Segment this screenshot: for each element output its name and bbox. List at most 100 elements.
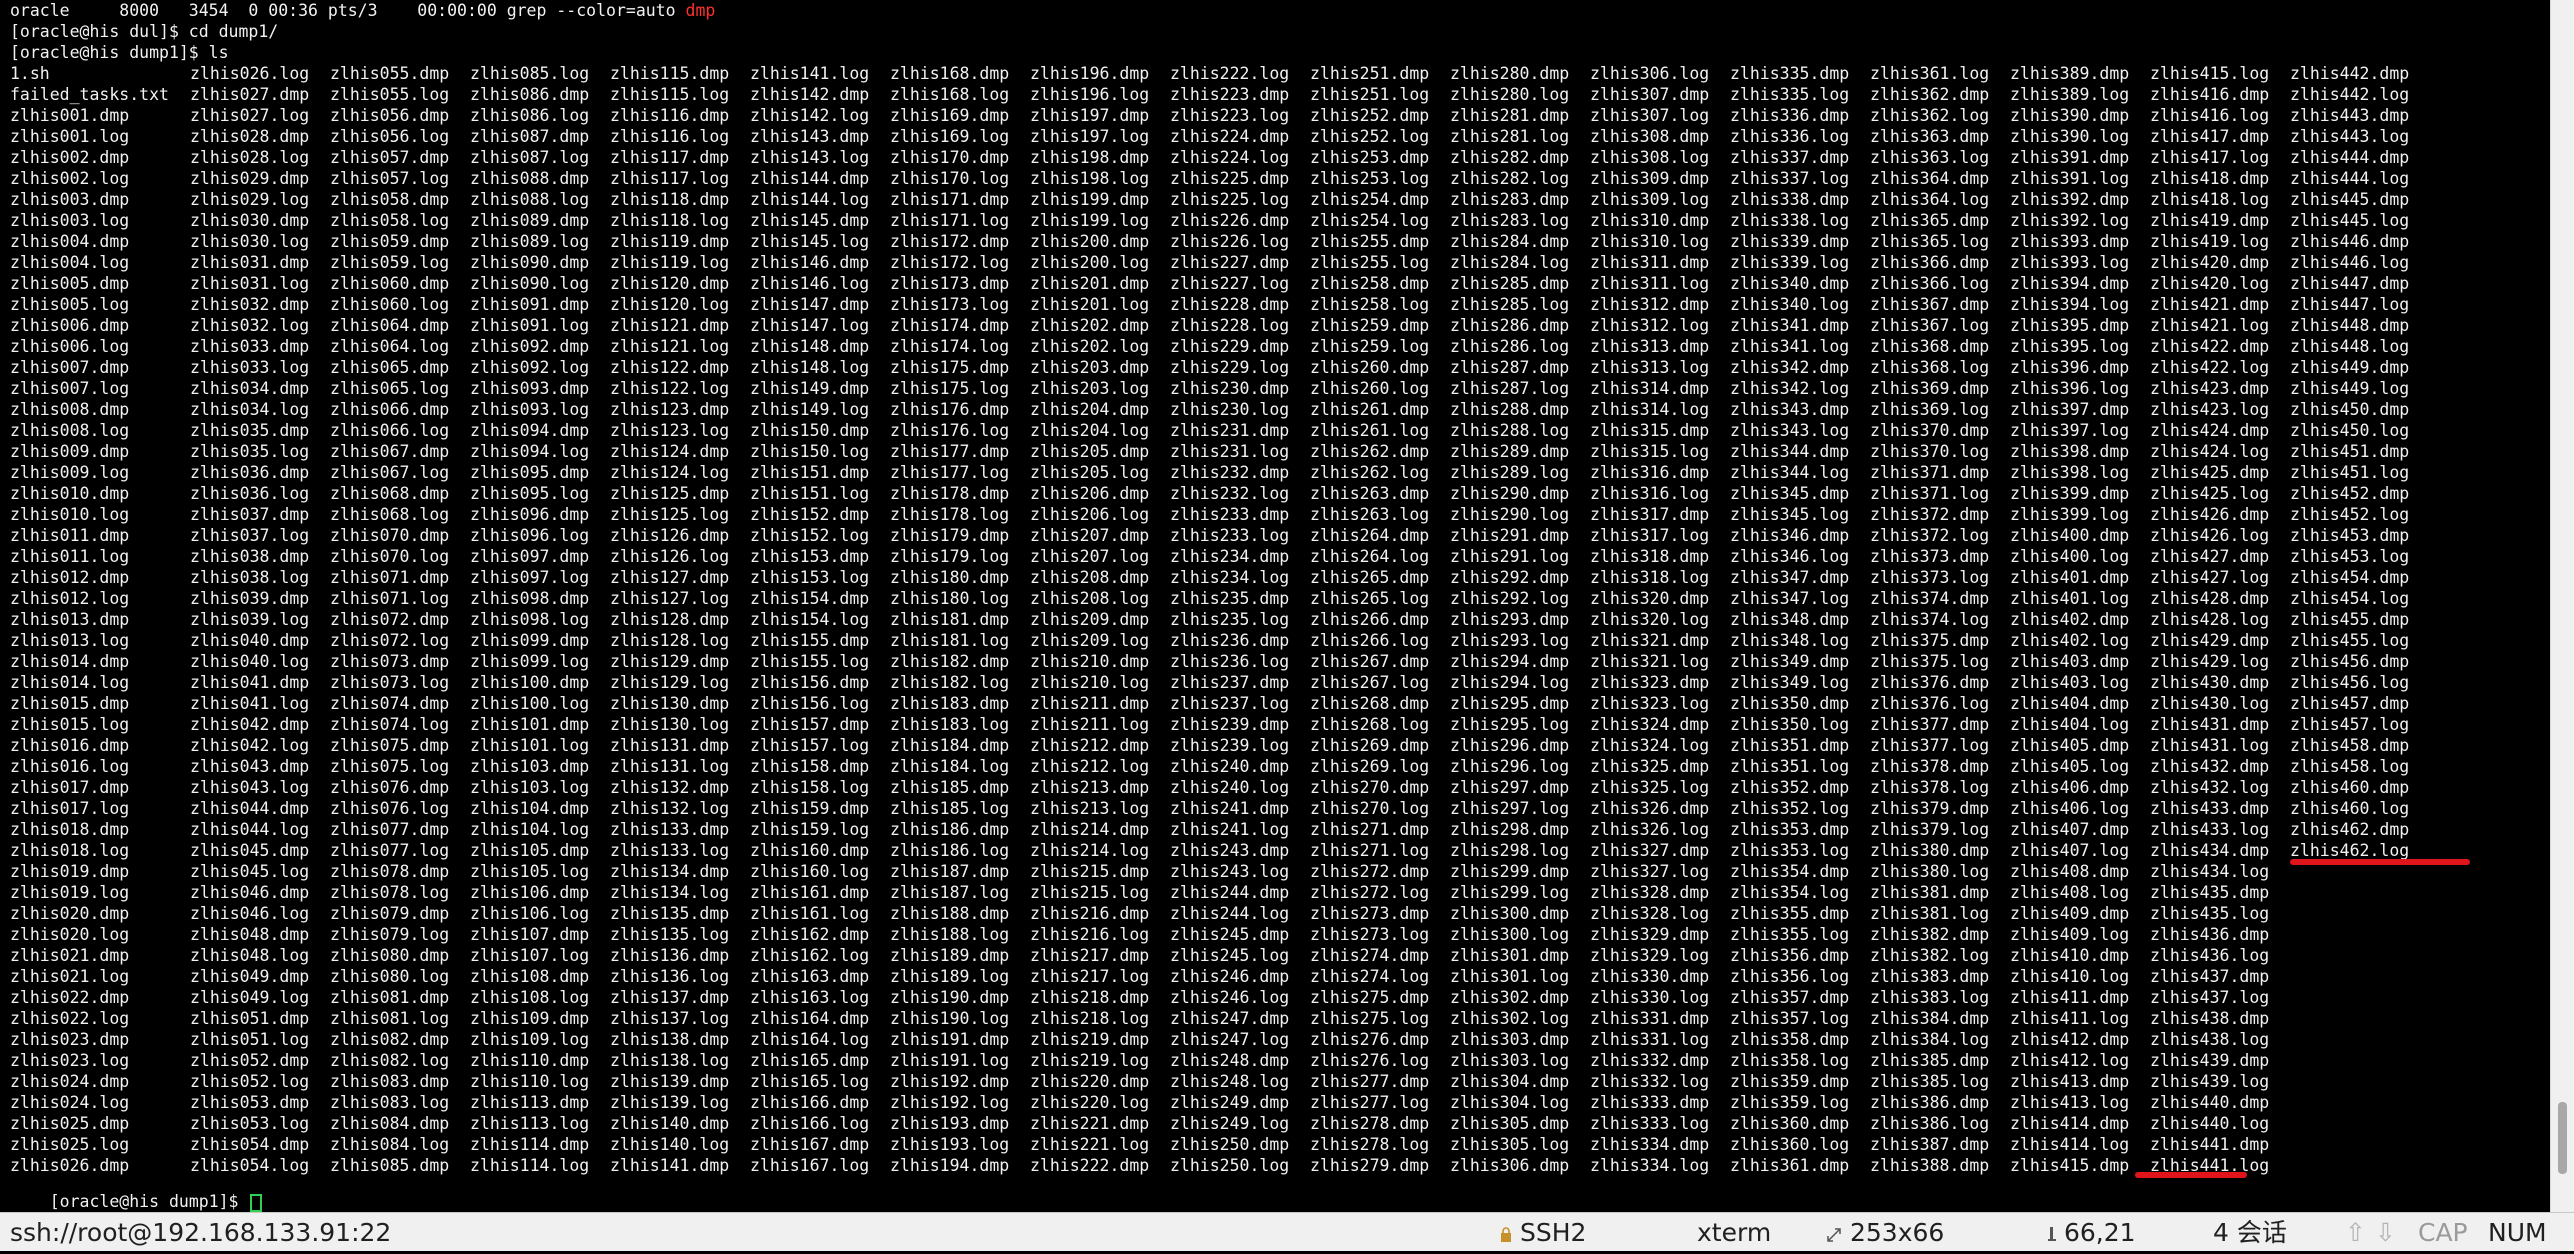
ls-entry: zlhis081.dmp <box>330 988 450 1007</box>
ls-entry: zlhis170.dmp <box>890 148 1010 167</box>
ls-entry: zlhis248.dmp <box>1170 1051 1290 1070</box>
ls-entry: zlhis196.dmp <box>1030 64 1150 83</box>
ls-entry: zlhis456.log <box>2290 673 2410 692</box>
ls-entry: zlhis105.dmp <box>470 841 590 860</box>
ls-entry: zlhis214.log <box>1030 841 1150 860</box>
ls-entry: zlhis179.dmp <box>890 526 1010 545</box>
ls-entry: zlhis415.log <box>2150 64 2270 83</box>
ls-entry: zlhis165.log <box>750 1072 870 1091</box>
ls-entry: zlhis058.dmp <box>330 190 450 209</box>
ls-entry: zlhis144.log <box>750 190 870 209</box>
ls-entry: zlhis132.log <box>610 799 730 818</box>
ls-entry: zlhis255.dmp <box>1310 232 1430 251</box>
terminal-window[interactable]: oracle 8000 3454 0 00:36 pts/3 00:00:00 … <box>0 0 2550 1212</box>
ls-entry: zlhis384.log <box>1870 1030 1990 1049</box>
ls-entry: zlhis422.dmp <box>2150 337 2270 356</box>
ls-entry: zlhis258.log <box>1310 295 1430 314</box>
ls-entry: zlhis362.log <box>1870 106 1990 125</box>
ls-entry: zlhis146.log <box>750 274 870 293</box>
ls-entry: zlhis314.log <box>1590 400 1710 419</box>
ls-entry: zlhis244.log <box>1170 904 1290 923</box>
ls-entry: zlhis423.dmp <box>2150 379 2270 398</box>
ls-entry: zlhis108.dmp <box>470 967 590 986</box>
ls-entry: zlhis027.dmp <box>190 85 310 104</box>
arrow-up-icon: ⇧ <box>2345 1218 2366 1247</box>
ls-entry: zlhis296.log <box>1450 757 1570 776</box>
ls-entry: zlhis331.log <box>1590 1030 1710 1049</box>
terminal-cursor <box>250 1193 263 1212</box>
ls-entry: zlhis001.dmp <box>10 106 130 125</box>
ls-entry: zlhis008.dmp <box>10 400 130 419</box>
terminal-scrollbar[interactable] <box>2550 0 2574 1212</box>
ls-entry: zlhis160.dmp <box>750 841 870 860</box>
ls-entry: zlhis427.log <box>2150 568 2270 587</box>
shell-prompt-line[interactable]: [oracle@his dump1]$ <box>10 1170 263 1212</box>
ls-entry: zlhis349.log <box>1730 673 1850 692</box>
ls-entry: zlhis077.log <box>330 841 450 860</box>
scroll-thumb[interactable] <box>2558 1102 2567 1174</box>
ls-entry: zlhis200.log <box>1030 253 1150 272</box>
ls-entry: zlhis388.dmp <box>1870 1156 1990 1175</box>
ls-entry: zlhis437.log <box>2150 988 2270 1007</box>
ls-entry: zlhis328.log <box>1590 904 1710 923</box>
ls-entry: zlhis413.log <box>2010 1093 2130 1112</box>
ls-entry: zlhis093.log <box>470 400 590 419</box>
ls-entry: zlhis155.dmp <box>750 631 870 650</box>
ls-entry: zlhis391.dmp <box>2010 148 2130 167</box>
ls-entry: zlhis229.log <box>1170 358 1290 377</box>
ls-entry: zlhis178.dmp <box>890 484 1010 503</box>
ls-entry: zlhis126.dmp <box>610 526 730 545</box>
ls-entry: zlhis005.log <box>10 295 130 314</box>
ls-entry: zlhis318.log <box>1590 568 1710 587</box>
ls-entry: zlhis344.log <box>1730 463 1850 482</box>
ls-entry: zlhis071.log <box>330 589 450 608</box>
underline-zlhis441-log <box>2135 1172 2247 1178</box>
ls-entry: zlhis078.log <box>330 883 450 902</box>
ls-entry: zlhis458.dmp <box>2290 736 2410 755</box>
ls-entry: zlhis129.dmp <box>610 652 730 671</box>
ls-entry: zlhis389.dmp <box>2010 64 2130 83</box>
ls-entry: zlhis158.log <box>750 778 870 797</box>
ls-entry: zlhis273.log <box>1310 925 1430 944</box>
ls-entry: zlhis399.log <box>2010 505 2130 524</box>
ls-entry: zlhis181.log <box>890 631 1010 650</box>
ls-entry: zlhis313.dmp <box>1590 337 1710 356</box>
ls-entry: zlhis277.dmp <box>1310 1072 1430 1091</box>
ls-entry: zlhis153.dmp <box>750 547 870 566</box>
ls-entry: zlhis312.dmp <box>1590 295 1710 314</box>
ls-entry: zlhis015.dmp <box>10 694 130 713</box>
ls-entry: zlhis174.log <box>890 337 1010 356</box>
ls-entry: zlhis401.log <box>2010 589 2130 608</box>
ls-entry: zlhis152.dmp <box>750 505 870 524</box>
ls-entry: zlhis348.log <box>1730 631 1850 650</box>
ls-entry: zlhis244.dmp <box>1170 883 1290 902</box>
ls-entry: zlhis379.log <box>1870 820 1990 839</box>
ls-entry: zlhis358.dmp <box>1730 1030 1850 1049</box>
ls-entry: zlhis048.log <box>190 946 310 965</box>
ls-entry: zlhis362.dmp <box>1870 85 1990 104</box>
ls-entry: zlhis096.log <box>470 526 590 545</box>
ls-entry: zlhis095.log <box>470 484 590 503</box>
ls-entry: zlhis453.dmp <box>2290 526 2410 545</box>
ls-entry: zlhis384.dmp <box>1870 1009 1990 1028</box>
ls-entry: zlhis155.log <box>750 652 870 671</box>
ls-entry: zlhis445.dmp <box>2290 190 2410 209</box>
ls-entry: zlhis082.log <box>330 1051 450 1070</box>
ls-entry: zlhis201.log <box>1030 295 1150 314</box>
ls-entry: zlhis350.dmp <box>1730 694 1850 713</box>
ls-entry: zlhis067.dmp <box>330 442 450 461</box>
ls-entry: zlhis208.log <box>1030 589 1150 608</box>
ls-entry: zlhis261.log <box>1310 421 1430 440</box>
ls-entry: zlhis440.dmp <box>2150 1093 2270 1112</box>
ls-entry: zlhis371.log <box>1870 484 1990 503</box>
ls-entry: zlhis403.dmp <box>2010 652 2130 671</box>
status-bar: ssh://root@192.168.133.91:22 SSH2 xterm … <box>0 1212 2574 1251</box>
ls-entry: zlhis135.log <box>610 925 730 944</box>
ls-entry: zlhis043.dmp <box>190 757 310 776</box>
ls-entry: zlhis066.log <box>330 421 450 440</box>
ls-entry: zlhis316.log <box>1590 484 1710 503</box>
ls-entry: zlhis203.log <box>1030 379 1150 398</box>
ls-entry: zlhis083.dmp <box>330 1072 450 1091</box>
ls-entry: zlhis289.log <box>1450 463 1570 482</box>
ls-entry: zlhis452.log <box>2290 505 2410 524</box>
